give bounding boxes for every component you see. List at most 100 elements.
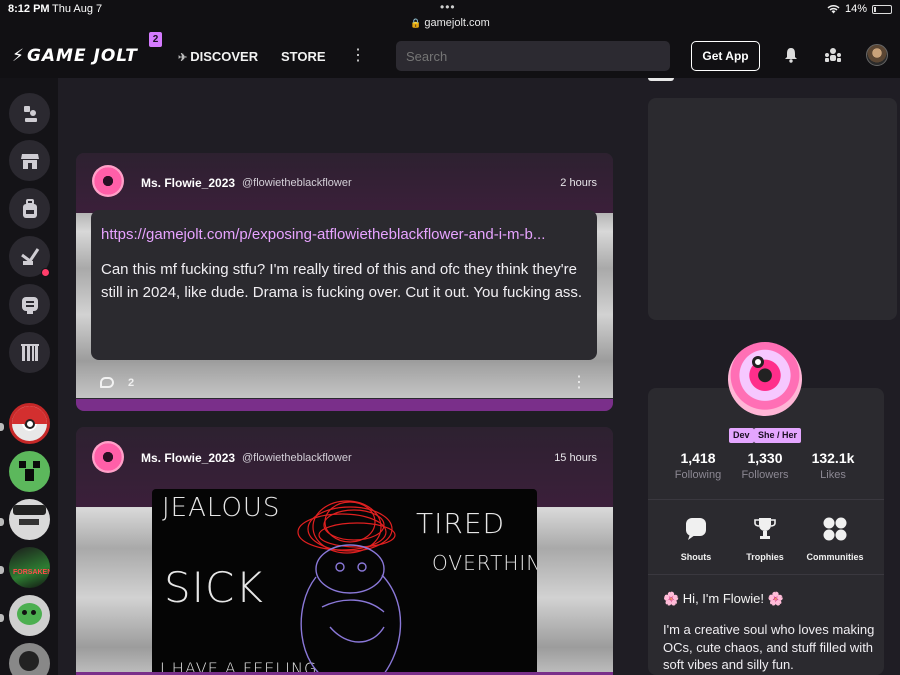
pronouns-tag: She / Her	[754, 428, 802, 443]
stat-likes-value[interactable]: 132.1k	[798, 450, 868, 466]
more-menu-icon[interactable]: ⋮	[350, 45, 366, 65]
status-right: 14%	[827, 3, 892, 15]
sidebar-backpack-button[interactable]	[9, 188, 50, 229]
dev-tag: Dev	[729, 428, 754, 443]
community-pokeball[interactable]	[9, 403, 50, 444]
post-content-card: https://gamejolt.com/p/exposing-atflowie…	[91, 210, 597, 360]
trophy-icon	[754, 518, 776, 539]
nav-discover[interactable]: ✈ DISCOVER	[178, 49, 258, 64]
quest-icon	[20, 247, 39, 265]
post-drawing-image[interactable]: JEALOUS TIRED SICK OVERTHINKIN I HAVE A …	[152, 489, 537, 675]
shout-bubble-icon	[686, 518, 706, 540]
pokeball-center	[25, 419, 35, 429]
post-timestamp: 15 hours	[554, 452, 597, 464]
glasses-shape	[19, 519, 39, 525]
post-footer: 2 ⋮	[76, 366, 613, 398]
person-podium-icon	[23, 105, 37, 122]
battery-percent: 14%	[844, 3, 867, 15]
robot-head	[17, 603, 42, 625]
community-indicator	[0, 614, 4, 622]
community-hat-guy[interactable]	[9, 499, 50, 540]
rocket-icon: ✈	[178, 52, 188, 64]
drawing-word: OVERTHINKIN	[432, 551, 537, 575]
forsaken-logo-text: FORSAKEN	[13, 569, 50, 576]
profile-divider	[648, 499, 884, 500]
wifi-icon	[827, 5, 840, 14]
post-accent-bar	[76, 399, 613, 411]
comment-count: 2	[128, 377, 135, 389]
lock-icon: 🔒	[410, 18, 422, 28]
get-app-button[interactable]: Get App	[691, 41, 760, 71]
communities-label: Communities	[806, 552, 864, 562]
bolt-icon: ⚡	[12, 46, 25, 66]
post-timestamp: 2 hours	[560, 177, 597, 189]
browser-menu-dots[interactable]: •••	[440, 0, 456, 14]
status-date: Thu Aug 7	[52, 3, 103, 15]
stat-followers-value[interactable]: 1,330	[730, 450, 800, 466]
profile-communities-button[interactable]: Communities	[795, 516, 875, 562]
robot-eye	[22, 610, 27, 615]
friends-icon[interactable]	[824, 47, 842, 63]
communities-icon	[823, 517, 847, 541]
community-indicator	[0, 518, 4, 526]
post-author-avatar[interactable]	[92, 441, 124, 473]
hat-shape	[13, 505, 46, 515]
stat-followers-label: Followers	[741, 469, 789, 481]
user-avatar[interactable]	[866, 44, 888, 66]
post-author-avatar[interactable]	[92, 165, 124, 197]
trophies-label: Trophies	[746, 552, 784, 562]
creeper-mouth	[25, 469, 34, 481]
post-author-handle[interactable]: @flowietheblackflower	[242, 177, 352, 189]
status-time: 8:12 PM	[8, 3, 50, 15]
address-bar[interactable]: 🔒 gamejolt.com	[0, 17, 900, 29]
profile-trophies-button[interactable]: Trophies	[725, 516, 805, 562]
stat-likes-label: Likes	[820, 469, 846, 481]
stat-following-label: Following	[674, 469, 722, 481]
shouts-label: Shouts	[680, 552, 712, 562]
comment-icon[interactable]	[100, 377, 114, 388]
creeper-eye-left	[19, 461, 26, 468]
drawing-word: TIRED	[416, 507, 506, 540]
sidebar-library-button[interactable]	[9, 332, 50, 373]
community-creeper[interactable]	[9, 451, 50, 492]
stat-following-value[interactable]: 1,418	[663, 450, 733, 466]
post-author-name[interactable]: Ms. Flowie_2023	[141, 451, 235, 465]
address-url: gamejolt.com	[424, 17, 490, 29]
bio-text: I'm a creative soul who loves making OCs…	[663, 622, 875, 672]
ios-status-bar: 8:12 PM Thu Aug 7 ••• 🔒 gamejolt.com 14%	[0, 0, 900, 34]
post-author-name[interactable]: Ms. Flowie_2023	[141, 176, 235, 190]
community-skull[interactable]	[9, 643, 50, 675]
chat-icon	[21, 296, 38, 314]
post-link[interactable]: https://gamejolt.com/p/exposing-atflowie…	[101, 224, 587, 246]
sidebar-chat-button[interactable]	[9, 284, 50, 325]
creeper-eye-right	[33, 461, 40, 468]
sidebar-store-button[interactable]	[9, 140, 50, 181]
community-forsaken[interactable]: FORSAKEN	[9, 547, 50, 588]
community-green-robot[interactable]	[9, 595, 50, 636]
quest-notification-dot	[41, 268, 50, 277]
battery-level	[874, 6, 877, 12]
ad-placeholder	[648, 98, 897, 320]
community-indicator	[0, 566, 4, 574]
profile-avatar-eye	[752, 356, 764, 368]
store-icon	[20, 153, 39, 169]
profile-avatar[interactable]	[728, 342, 802, 416]
bell-icon[interactable]	[784, 47, 798, 63]
drawing-figure	[297, 500, 402, 675]
gamejolt-logo[interactable]: ⚡ GAME JOLT	[12, 46, 138, 66]
profile-divider	[648, 574, 884, 575]
profile-shouts-button[interactable]: Shouts	[656, 516, 736, 562]
library-icon	[20, 343, 39, 361]
post-card-1[interactable]: Ms. Flowie_2023 @flowietheblackflower 2 …	[76, 153, 613, 411]
post-more-icon[interactable]: ⋮	[571, 372, 587, 392]
post-author-handle[interactable]: @flowietheblackflower	[242, 452, 352, 464]
search-input[interactable]	[396, 41, 670, 71]
drawing-word: JEALOUS	[162, 493, 281, 523]
sidebar-realms-button[interactable]	[9, 93, 50, 134]
post-card-2[interactable]: Ms. Flowie_2023 @flowietheblackflower 15…	[76, 427, 613, 675]
nav-store[interactable]: STORE	[281, 49, 326, 64]
left-sidebar: FORSAKEN	[0, 78, 58, 675]
skull-head	[19, 651, 39, 671]
robot-eye	[31, 610, 36, 615]
ad-tab	[648, 78, 674, 81]
